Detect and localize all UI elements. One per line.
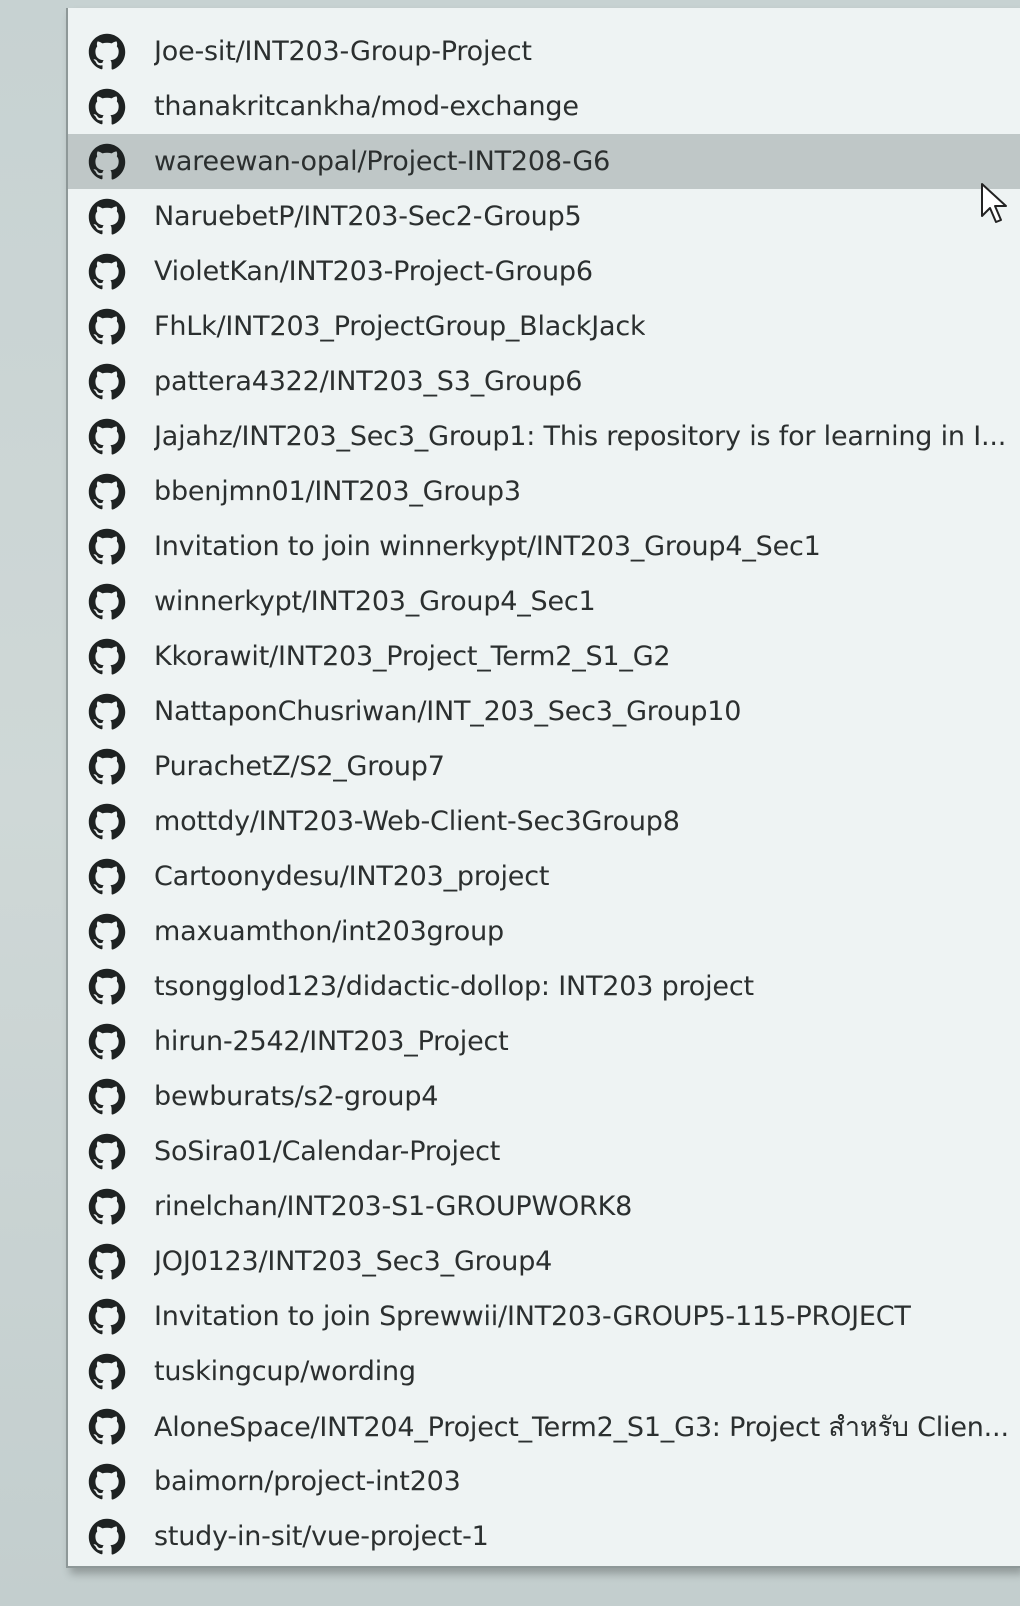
suggestion-list: Joe-sit/INT203-Group-Project thanakritcan…	[68, 24, 1020, 1564]
suggestion-item[interactable]: rinelchan/INT203-S1-GROUPWORK8	[68, 1179, 1020, 1234]
suggestion-item[interactable]: winnerkypt/INT203_Group4_Sec1	[68, 574, 1020, 629]
suggestion-label: bewburats/s2-group4	[154, 1081, 439, 1112]
suggestion-label: wareewan-opal/Project-INT208-G6	[154, 146, 611, 177]
suggestion-label: Cartoonydesu/INT203_project	[154, 861, 550, 892]
suggestion-label: hirun-2542/INT203_Project	[154, 1026, 509, 1057]
github-icon	[88, 858, 126, 896]
github-icon	[88, 418, 126, 456]
suggestion-item[interactable]: VioletKan/INT203-Project-Group6	[68, 244, 1020, 299]
suggestion-item[interactable]: FhLk/INT203_ProjectGroup_BlackJack	[68, 299, 1020, 354]
suggestion-label: mottdy/INT203-Web-Client-Sec3Group8	[154, 806, 680, 837]
github-icon	[88, 363, 126, 401]
suggestion-label: rinelchan/INT203-S1-GROUPWORK8	[154, 1191, 633, 1222]
suggestion-label: NattaponChusriwan/INT_203_Sec3_Group10	[154, 696, 742, 727]
github-icon	[88, 1518, 126, 1556]
github-icon	[88, 308, 126, 346]
suggestion-item[interactable]: bbenjmn01/INT203_Group3	[68, 464, 1020, 519]
github-icon	[88, 88, 126, 126]
suggestion-label: tsongglod123/didactic-dollop: INT203 pro…	[154, 971, 754, 1002]
suggestion-item[interactable]: thanakritcankha/mod-exchange	[68, 79, 1020, 134]
suggestion-label: Kkorawit/INT203_Project_Term2_S1_G2	[154, 641, 671, 672]
suggestion-item[interactable]: AloneSpace/INT204_Project_Term2_S1_G3: P…	[68, 1399, 1020, 1454]
suggestion-label: tuskingcup/wording	[154, 1356, 416, 1387]
suggestion-item[interactable]: PurachetZ/S2_Group7	[68, 739, 1020, 794]
github-icon	[88, 1353, 126, 1391]
suggestion-item[interactable]: Invitation to join Sprewwii/INT203-GROUP…	[68, 1289, 1020, 1344]
suggestion-label: bbenjmn01/INT203_Group3	[154, 476, 521, 507]
suggestion-label: SoSira01/Calendar-Project	[154, 1136, 501, 1167]
github-icon	[88, 143, 126, 181]
suggestion-item[interactable]: tuskingcup/wording	[68, 1344, 1020, 1399]
suggestion-label: NaruebetP/INT203-Sec2-Group5	[154, 201, 582, 232]
suggestion-label: thanakritcankha/mod-exchange	[154, 91, 579, 122]
suggestion-item[interactable]: hirun-2542/INT203_Project	[68, 1014, 1020, 1069]
suggestion-item[interactable]: Cartoonydesu/INT203_project	[68, 849, 1020, 904]
github-icon	[88, 968, 126, 1006]
github-icon	[88, 528, 126, 566]
suggestion-item[interactable]: JOJ0123/INT203_Sec3_Group4	[68, 1234, 1020, 1289]
suggestion-item[interactable]: NaruebetP/INT203-Sec2-Group5	[68, 189, 1020, 244]
github-icon	[88, 693, 126, 731]
suggestion-item[interactable]: wareewan-opal/Project-INT208-G6	[68, 134, 1020, 189]
suggestion-item[interactable]: baimorn/project-int203	[68, 1454, 1020, 1509]
autocomplete-dropdown: Joe-sit/INT203-Group-Project thanakritcan…	[66, 8, 1020, 1568]
suggestion-label: pattera4322/INT203_S3_Group6	[154, 366, 583, 397]
suggestion-item[interactable]: pattera4322/INT203_S3_Group6	[68, 354, 1020, 409]
suggestion-label: maxuamthon/int203group	[154, 916, 504, 947]
mouse-pointer-icon	[981, 183, 1007, 223]
suggestion-label: PurachetZ/S2_Group7	[154, 751, 445, 782]
suggestion-item[interactable]: Kkorawit/INT203_Project_Term2_S1_G2	[68, 629, 1020, 684]
github-icon	[88, 1133, 126, 1171]
suggestion-label: winnerkypt/INT203_Group4_Sec1	[154, 586, 596, 617]
github-icon	[88, 638, 126, 676]
suggestion-item[interactable]: study-in-sit/vue-project-1	[68, 1509, 1020, 1564]
suggestion-item[interactable]: mottdy/INT203-Web-Client-Sec3Group8	[68, 794, 1020, 849]
github-icon	[88, 1023, 126, 1061]
suggestion-item[interactable]: SoSira01/Calendar-Project	[68, 1124, 1020, 1179]
github-icon	[88, 1408, 126, 1446]
github-icon	[88, 913, 126, 951]
suggestion-label: VioletKan/INT203-Project-Group6	[154, 256, 593, 287]
suggestion-item[interactable]: bewburats/s2-group4	[68, 1069, 1020, 1124]
suggestion-label: Invitation to join Sprewwii/INT203-GROUP…	[154, 1301, 911, 1332]
suggestion-item[interactable]: Invitation to join winnerkypt/INT203_Gro…	[68, 519, 1020, 574]
github-icon	[88, 253, 126, 291]
suggestion-label: AloneSpace/INT204_Project_Term2_S1_G3: P…	[154, 1412, 1009, 1443]
suggestion-item[interactable]: Jajahz/INT203_Sec3_Group1: This reposito…	[68, 409, 1020, 464]
github-icon	[88, 583, 126, 621]
github-icon	[88, 1188, 126, 1226]
suggestion-item[interactable]: maxuamthon/int203group	[68, 904, 1020, 959]
suggestion-item[interactable]: tsongglod123/didactic-dollop: INT203 pro…	[68, 959, 1020, 1014]
suggestion-label: Jajahz/INT203_Sec3_Group1: This reposito…	[154, 421, 1007, 452]
github-icon	[88, 198, 126, 236]
suggestion-item[interactable]: Joe-sit/INT203-Group-Project	[68, 24, 1020, 79]
suggestion-label: FhLk/INT203_ProjectGroup_BlackJack	[154, 311, 646, 342]
suggestion-item[interactable]: NattaponChusriwan/INT_203_Sec3_Group10	[68, 684, 1020, 739]
github-icon	[88, 803, 126, 841]
suggestion-label: JOJ0123/INT203_Sec3_Group4	[154, 1246, 553, 1277]
suggestion-label: Joe-sit/INT203-Group-Project	[154, 36, 532, 67]
github-icon	[88, 473, 126, 511]
suggestion-label: study-in-sit/vue-project-1	[154, 1521, 489, 1552]
suggestion-label: Invitation to join winnerkypt/INT203_Gro…	[154, 531, 821, 562]
suggestion-label: baimorn/project-int203	[154, 1466, 461, 1497]
github-icon	[88, 33, 126, 71]
github-icon	[88, 748, 126, 786]
github-icon	[88, 1078, 126, 1116]
github-icon	[88, 1298, 126, 1336]
github-icon	[88, 1243, 126, 1281]
github-icon	[88, 1463, 126, 1501]
